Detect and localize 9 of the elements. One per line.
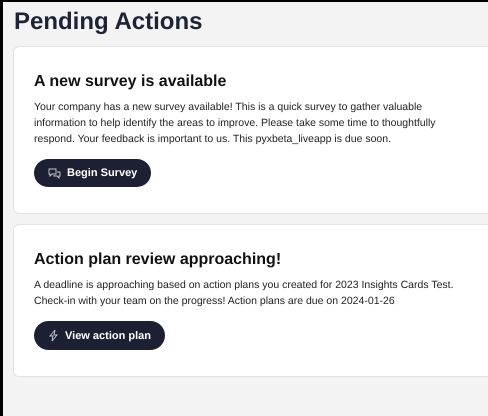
chat-icon xyxy=(48,168,61,178)
card-heading: Action plan review approaching! xyxy=(34,251,282,269)
card-description: Your company has a new survey available! This is a quick survey to gather valuable information to help identify the areas to improve. Please take some time to thoughtfully respond. Your feedback is important to us. This pyxbeta_liveapp is due soon. xyxy=(34,100,437,147)
card-description: A deadline is approaching based on action plans you created for 2023 Insights Cards Test. Check-in with your team on the progress! Action plans are due on 2024-01-26 xyxy=(34,278,454,309)
card-heading: A new survey is available xyxy=(34,73,228,91)
page-title: Pending Actions xyxy=(14,8,204,36)
action-button[interactable]: View action plan xyxy=(34,321,165,350)
begin-button[interactable]: Begin Survey xyxy=(34,159,152,187)
lightning-icon xyxy=(48,329,59,342)
